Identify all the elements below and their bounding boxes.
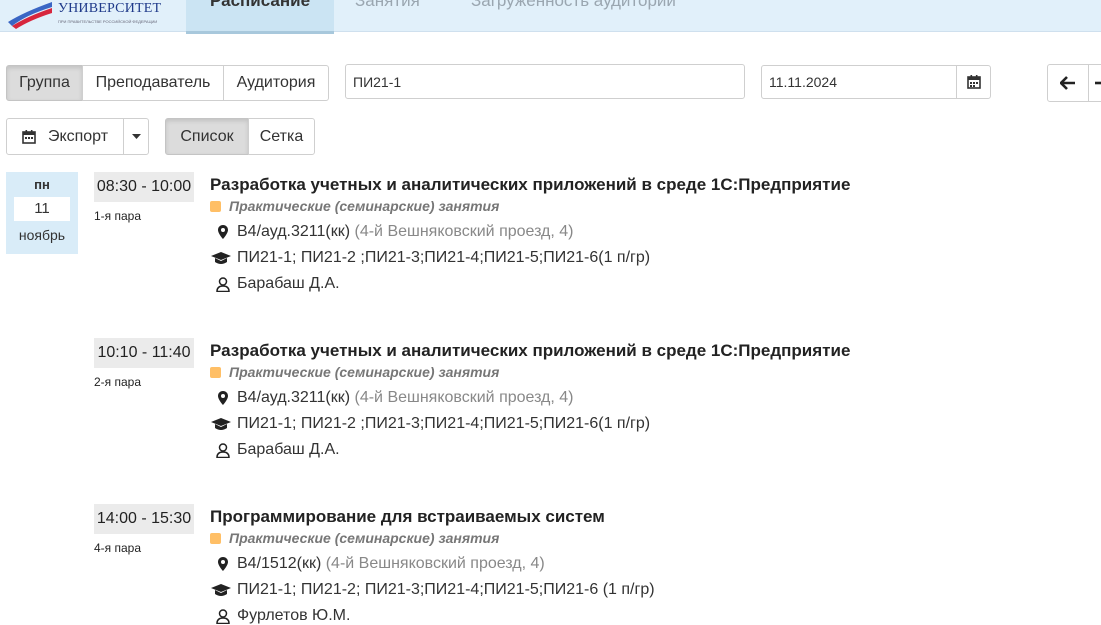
export-label: Экспорт [47,127,109,145]
lesson-type-label: Практические (семинарские) занятия [229,364,500,380]
export-dropdown-button[interactable] [123,118,149,155]
university-logo[interactable]: УНИВЕРСИТЕТ ПРИ ПРАВИТЕЛЬСТВЕ РОССИЙСКОЙ… [6,0,186,31]
day-month: ноябрь [18,227,66,243]
logo-text: УНИВЕРСИТЕТ [58,1,162,16]
lesson-time: 14:00 - 15:30 [94,504,194,534]
lesson-room[interactable]: В4/ауд.3211(кк) [237,223,350,241]
lesson-address: (4-й Вешняковский проезд, 4) [354,223,574,240]
calendar-button[interactable] [956,65,991,99]
top-navbar: УНИВЕРСИТЕТ ПРИ ПРАВИТЕЛЬСТВЕ РОССИЙСКОЙ… [0,0,1101,34]
lesson-room-row: В4/1512(кк) (4-й Вешняковский проезд, 4) [215,555,545,573]
graduation-cap-icon [210,582,231,598]
mode-teacher-button[interactable]: Преподаватель [82,65,224,101]
lesson-teacher-row: Барабаш Д.А. [215,275,340,293]
day-of-week: пн [34,177,50,192]
lesson-address: (4-й Вешняковский проезд, 4) [325,555,545,572]
graduation-cap-icon [210,416,231,432]
calendar-icon [22,129,36,144]
mode-group-button[interactable]: Группа [6,65,83,101]
caret-down-icon [131,134,141,139]
lesson-teacher[interactable]: Барабаш Д.А. [237,441,340,459]
user-icon [215,442,231,458]
lesson-type: Практические (семинарские) занятия [210,530,499,546]
view-list-button[interactable]: Список [165,118,249,155]
lesson-room-row: В4/ауд.3211(кк) (4-й Вешняковский проезд… [215,389,574,407]
lesson-period: 1-я пара [94,209,142,223]
lesson-time: 08:30 - 10:00 [94,172,194,202]
logo-flag-icon [8,2,52,29]
lesson-period: 2-я пара [94,375,142,389]
logo-subtext: ПРИ ПРАВИТЕЛЬСТВЕ РОССИЙСКОЙ ФЕДЕРАЦИИ [58,19,158,24]
day-number: 11 [14,197,70,221]
lesson-address: (4-й Вешняковский проезд, 4) [354,389,574,406]
lesson-title[interactable]: Разработка учетных и аналитических прило… [210,175,850,195]
lesson-teacher-row: Барабаш Д.А. [215,441,340,459]
lesson-groups: ПИ21-1; ПИ21-2 ;ПИ21-3;ПИ21-4;ПИ21-5;ПИ2… [237,415,651,432]
arrow-left-icon [1060,76,1075,90]
nav-tab-room-load[interactable]: Загруженность аудиторий [447,0,700,31]
lesson-groups-row: ПИ21-1; ПИ21-2; ПИ21-3;ПИ21-4;ПИ21-5;ПИ2… [210,581,655,599]
lesson-title[interactable]: Программирование для встраиваемых систем [210,507,605,527]
user-icon [215,276,231,292]
lesson-teacher[interactable]: Фурлетов Ю.М. [237,607,350,625]
lesson-period: 4-я пара [94,541,142,555]
lesson-type: Практические (семинарские) занятия [210,364,499,380]
group-input[interactable]: ПИ21-1 [345,64,745,99]
nav-tab-classes[interactable]: Занятия [331,0,444,31]
lesson-teacher[interactable]: Барабаш Д.А. [237,275,340,293]
user-icon [215,608,231,624]
lesson-title[interactable]: Разработка учетных и аналитических прило… [210,341,850,361]
lesson-teacher-row: Фурлетов Ю.М. [215,607,350,625]
export-button[interactable]: Экспорт [6,118,124,155]
lesson-type-marker [210,533,221,544]
map-marker-icon [215,556,231,572]
map-marker-icon [215,390,231,406]
lesson-type: Практические (семинарские) занятия [210,198,499,214]
prev-week-button[interactable] [1047,64,1089,102]
next-week-button[interactable] [1088,64,1101,102]
lesson-room[interactable]: В4/ауд.3211(кк) [237,389,350,407]
lesson-card: 10:10 - 11:40 2-я пара Разработка учетны… [94,338,1094,478]
nav-tab-schedule[interactable]: Расписание [186,0,335,34]
lesson-card: 08:30 - 10:00 1-я пара Разработка учетны… [94,172,1094,312]
lesson-type-marker [210,201,221,212]
view-grid-button[interactable]: Сетка [248,118,315,155]
lesson-type-label: Практические (семинарские) занятия [229,198,500,214]
calendar-icon [966,75,981,89]
mode-room-button[interactable]: Аудитория [223,65,329,101]
date-input[interactable]: 11.11.2024 [761,65,958,99]
map-marker-icon [215,224,231,240]
lesson-groups-row: ПИ21-1; ПИ21-2 ;ПИ21-3;ПИ21-4;ПИ21-5;ПИ2… [210,415,650,433]
lesson-groups-row: ПИ21-1; ПИ21-2 ;ПИ21-3;ПИ21-4;ПИ21-5;ПИ2… [210,249,650,267]
lesson-room[interactable]: В4/1512(кк) [237,555,321,573]
lesson-time: 10:10 - 11:40 [94,338,194,368]
arrow-right-icon [1095,81,1101,85]
lesson-type-marker [210,367,221,378]
lesson-groups: ПИ21-1; ПИ21-2; ПИ21-3;ПИ21-4;ПИ21-5;ПИ2… [237,581,655,598]
day-indicator: пн 11 ноябрь [6,172,78,254]
lesson-groups: ПИ21-1; ПИ21-2 ;ПИ21-3;ПИ21-4;ПИ21-5;ПИ2… [237,249,651,266]
lesson-room-row: В4/ауд.3211(кк) (4-й Вешняковский проезд… [215,223,574,241]
graduation-cap-icon [210,250,231,266]
lesson-type-label: Практические (семинарские) занятия [229,530,500,546]
lesson-card: 14:00 - 15:30 4-я пара Программирование … [94,504,1094,625]
